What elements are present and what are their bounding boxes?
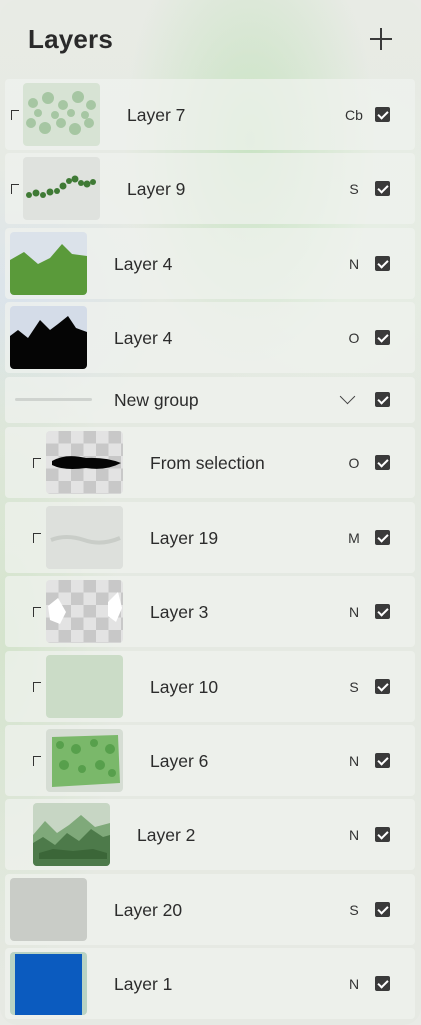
layer-row-layer-6[interactable]: Layer 6 N bbox=[5, 725, 415, 796]
layer-name: Layer 9 bbox=[127, 179, 186, 199]
layer-name: Layer 1 bbox=[114, 974, 173, 994]
layer-visibility-checkbox[interactable] bbox=[375, 256, 390, 271]
layer-row-layer-1[interactable]: Layer 1 N bbox=[5, 948, 415, 1019]
blend-mode-label[interactable]: N bbox=[341, 256, 367, 272]
layer-row-layer-9[interactable]: Layer 9 S bbox=[5, 153, 415, 224]
layer-thumbnail[interactable] bbox=[10, 232, 87, 295]
blend-mode-label[interactable]: M bbox=[341, 530, 367, 546]
blend-mode-label[interactable]: S bbox=[341, 181, 367, 197]
layers-header: Layers bbox=[0, 0, 421, 78]
layer-thumbnail[interactable] bbox=[10, 952, 87, 1015]
group-name: New group bbox=[114, 390, 199, 410]
layer-row-from-selection[interactable]: From selection O bbox=[5, 427, 415, 498]
blend-mode-label[interactable]: O bbox=[341, 455, 367, 471]
layer-visibility-checkbox[interactable] bbox=[375, 330, 390, 345]
layer-row-layer-10[interactable]: Layer 10 S bbox=[5, 651, 415, 722]
layer-visibility-checkbox[interactable] bbox=[375, 679, 390, 694]
clipping-mask-icon bbox=[33, 458, 41, 468]
layers-panel: Layers Layer 7 Cb Layer 9 S Layer 4 N La… bbox=[0, 0, 421, 1025]
clipping-mask-icon bbox=[33, 607, 41, 617]
clipping-mask-icon bbox=[33, 533, 41, 543]
blend-mode-label[interactable]: N bbox=[341, 604, 367, 620]
layer-row-layer-3[interactable]: Layer 3 N bbox=[5, 576, 415, 647]
layer-visibility-checkbox[interactable] bbox=[375, 530, 390, 545]
layer-visibility-checkbox[interactable] bbox=[375, 107, 390, 122]
layer-row-layer-20[interactable]: Layer 20 S bbox=[5, 874, 415, 945]
layer-name: Layer 4 bbox=[114, 254, 173, 274]
blend-mode-label[interactable]: N bbox=[341, 976, 367, 992]
layer-name: Layer 4 bbox=[114, 328, 173, 348]
group-indicator-line bbox=[15, 398, 92, 401]
blend-mode-label[interactable]: S bbox=[341, 902, 367, 918]
layer-thumbnail[interactable] bbox=[46, 580, 123, 643]
layer-name: Layer 20 bbox=[114, 900, 183, 920]
layer-row-layer-2[interactable]: Layer 2 N bbox=[5, 799, 415, 870]
layer-name: Layer 19 bbox=[150, 528, 219, 548]
clipping-mask-icon bbox=[11, 110, 19, 120]
layer-visibility-checkbox[interactable] bbox=[375, 181, 390, 196]
layer-thumbnail[interactable] bbox=[10, 878, 87, 941]
blend-mode-label[interactable]: N bbox=[341, 827, 367, 843]
layer-thumbnail[interactable] bbox=[46, 729, 123, 792]
layer-visibility-checkbox[interactable] bbox=[375, 753, 390, 768]
layer-thumbnail[interactable] bbox=[23, 157, 100, 220]
blend-mode-label[interactable]: N bbox=[341, 753, 367, 769]
layer-name: Layer 3 bbox=[150, 602, 209, 622]
layer-thumbnail[interactable] bbox=[46, 655, 123, 718]
layer-name: Layer 10 bbox=[150, 677, 219, 697]
layer-thumbnail[interactable] bbox=[46, 506, 123, 569]
blend-mode-label[interactable]: S bbox=[341, 679, 367, 695]
layer-visibility-checkbox[interactable] bbox=[375, 976, 390, 991]
layer-name: From selection bbox=[150, 453, 265, 473]
add-layer-plus-icon[interactable] bbox=[368, 26, 394, 52]
layer-row-layer-19[interactable]: Layer 19 M bbox=[5, 502, 415, 573]
layer-visibility-checkbox[interactable] bbox=[375, 392, 390, 407]
layer-visibility-checkbox[interactable] bbox=[375, 827, 390, 842]
chevron-down-icon[interactable] bbox=[341, 391, 355, 405]
layer-name: Layer 2 bbox=[137, 825, 196, 845]
layer-row-layer-7[interactable]: Layer 7 Cb bbox=[5, 79, 415, 150]
layer-thumbnail[interactable] bbox=[23, 83, 100, 146]
layer-visibility-checkbox[interactable] bbox=[375, 455, 390, 470]
clipping-mask-icon bbox=[11, 184, 19, 194]
layer-row-layer-4-black[interactable]: Layer 4 O bbox=[5, 302, 415, 373]
clipping-mask-icon bbox=[33, 756, 41, 766]
layer-thumbnail[interactable] bbox=[10, 306, 87, 369]
layer-visibility-checkbox[interactable] bbox=[375, 902, 390, 917]
layer-name: Layer 7 bbox=[127, 105, 186, 125]
blend-mode-label[interactable]: Cb bbox=[341, 107, 367, 123]
layer-thumbnail[interactable] bbox=[46, 431, 123, 494]
blend-mode-label[interactable]: O bbox=[341, 330, 367, 346]
layer-name: Layer 6 bbox=[150, 751, 209, 771]
layer-visibility-checkbox[interactable] bbox=[375, 604, 390, 619]
layer-thumbnail[interactable] bbox=[33, 803, 110, 866]
layer-row-new-group[interactable]: New group bbox=[5, 377, 415, 423]
clipping-mask-icon bbox=[33, 682, 41, 692]
layer-row-layer-4-green[interactable]: Layer 4 N bbox=[5, 228, 415, 299]
panel-title: Layers bbox=[28, 24, 114, 54]
